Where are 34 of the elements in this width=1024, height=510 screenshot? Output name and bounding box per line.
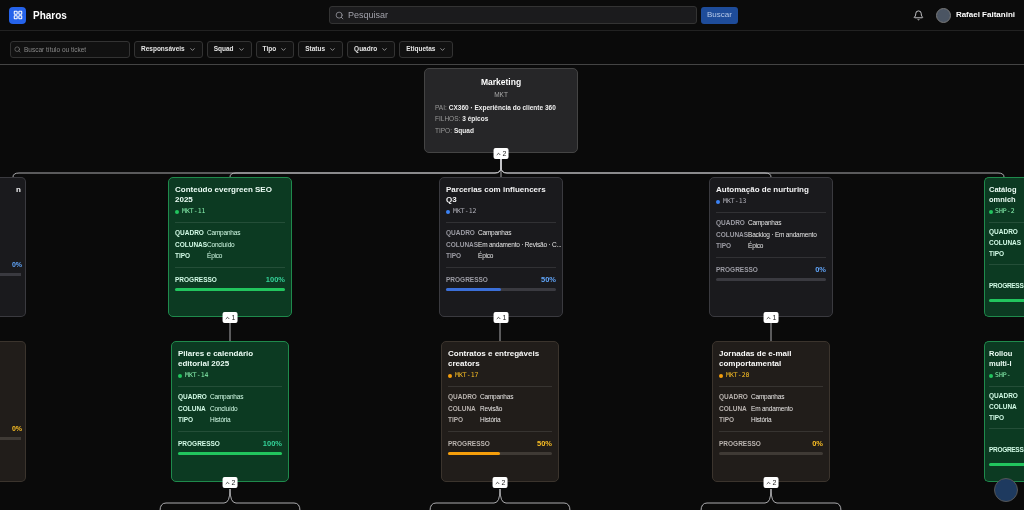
chevron-down-icon <box>329 45 337 53</box>
chevron-up-icon <box>224 314 231 321</box>
chevron-up-icon <box>495 150 502 157</box>
connector-line <box>229 322 231 342</box>
card-title: Contratos e entregáveis creators <box>448 349 541 369</box>
card-title: Jornadas de e-mail comportamental <box>719 349 793 369</box>
chevron-up-icon <box>765 314 772 321</box>
notification-bell-icon[interactable] <box>912 9 924 21</box>
chevron-up-icon <box>494 479 501 486</box>
search-field[interactable]: Pesquisar <box>328 6 697 24</box>
search-icon <box>334 10 344 20</box>
chevron-up-icon <box>765 479 772 486</box>
chevron-down-icon <box>237 45 245 53</box>
card-title: Conteúdo evergreen SEO 2025 <box>175 185 273 205</box>
search-icon <box>14 45 21 53</box>
chevron-up-icon <box>495 314 502 321</box>
avatar-icon[interactable] <box>935 7 951 23</box>
chevron-down-icon <box>280 45 288 53</box>
user-name: Rafael Faitanini <box>955 9 1015 21</box>
connector-line <box>499 322 501 342</box>
card-title: Pilares e calendário editorial 2025 <box>178 349 255 369</box>
chevron-down-icon <box>381 45 389 53</box>
search-button[interactable]: Buscar <box>700 6 738 24</box>
chevron-down-icon <box>188 45 196 53</box>
card-title: n <box>16 184 21 196</box>
card-title: Automação de nurturing <box>716 185 810 195</box>
card-title: Parcerias com influencers Q3 <box>446 185 547 205</box>
floating-avatar-icon[interactable] <box>994 478 1018 502</box>
app-name: Pharos <box>33 8 67 23</box>
connector-line <box>770 322 772 342</box>
chevron-up-icon <box>224 479 231 486</box>
node-title: Marketing <box>479 76 523 89</box>
chevron-down-icon <box>439 45 447 53</box>
app-logo-icon <box>9 6 26 24</box>
